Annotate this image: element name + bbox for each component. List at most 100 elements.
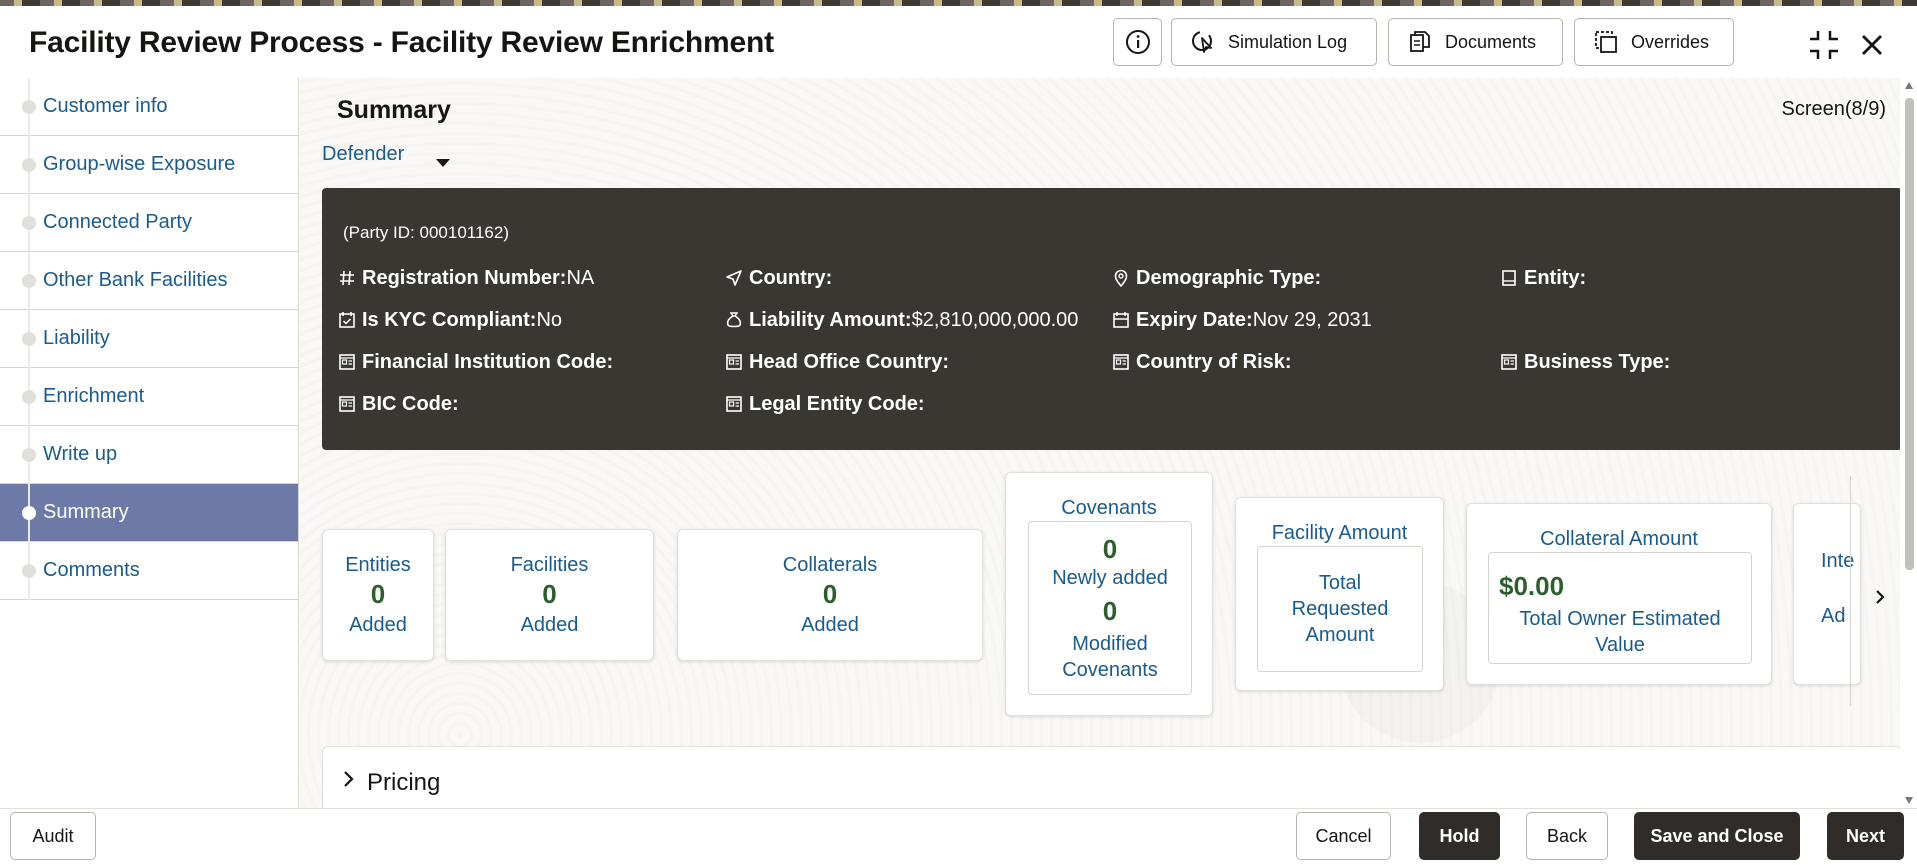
collateral-amount-value: $0.00 bbox=[1499, 571, 1565, 601]
scroll-down-icon[interactable] bbox=[1905, 797, 1913, 804]
entity-icon bbox=[1500, 269, 1520, 289]
bic-code-label: BIC Code: bbox=[362, 393, 459, 415]
sidebar-item-summary[interactable]: Summary bbox=[0, 484, 298, 542]
id-card-icon bbox=[725, 395, 745, 415]
facilities-count: 0 bbox=[542, 579, 557, 609]
screen-counter: Screen(8/9) bbox=[1781, 98, 1887, 120]
entities-card[interactable]: Entities 0 Added bbox=[322, 529, 434, 661]
pricing-label: Pricing bbox=[367, 769, 441, 796]
sidebar-item-label: Liability bbox=[43, 327, 110, 349]
collaterals-title: Collaterals bbox=[782, 554, 878, 576]
sidebar-nav: Customer info Group-wise Exposure Connecte… bbox=[0, 78, 299, 808]
documents-label: Documents bbox=[1445, 31, 1537, 52]
legal-entity-code-field: Legal Entity Code: bbox=[725, 393, 925, 416]
footer: Audit Cancel Hold Back Save and Close Ne… bbox=[0, 808, 1917, 865]
info-icon bbox=[1124, 28, 1152, 56]
sidebar-item-label: Group-wise Exposure bbox=[43, 153, 236, 175]
audit-button[interactable]: Audit bbox=[10, 812, 96, 860]
country-of-risk-field: Country of Risk: bbox=[1112, 351, 1292, 374]
chevron-down-icon[interactable] bbox=[436, 159, 450, 167]
header: Facility Review Process - Facility Revie… bbox=[0, 6, 1917, 78]
facility-amount-label: Total Requested Amount bbox=[1291, 572, 1389, 646]
step-dot-icon bbox=[22, 506, 36, 520]
id-card-icon bbox=[338, 353, 358, 373]
id-card-icon bbox=[338, 395, 358, 415]
sidebar-item-connected-party[interactable]: Connected Party bbox=[0, 194, 298, 252]
chevron-right-icon[interactable] bbox=[1868, 583, 1892, 611]
facility-amount-card[interactable]: Facility Amount Total Requested Amount bbox=[1235, 497, 1444, 691]
section-title: Summary bbox=[337, 96, 451, 124]
sidebar-item-customer-info[interactable]: Customer info bbox=[0, 78, 298, 136]
kyc-compliant-field: Is KYC Compliant: No bbox=[338, 309, 562, 332]
step-dot-icon bbox=[22, 158, 36, 172]
sidebar-item-label: Write up bbox=[43, 443, 118, 465]
step-dot-icon bbox=[22, 274, 36, 288]
step-dot-icon bbox=[22, 100, 36, 114]
sidebar-item-label: Summary bbox=[43, 501, 129, 523]
scroll-thumb[interactable] bbox=[1905, 98, 1914, 570]
fi-code-label: Financial Institution Code: bbox=[362, 351, 614, 373]
party-info-panel: (Party ID: 000101162) Registration Numbe… bbox=[322, 188, 1900, 450]
sidebar-item-label: Customer info bbox=[43, 95, 168, 117]
collapse-icon[interactable] bbox=[1807, 28, 1841, 62]
covenants-new-label: Newly added bbox=[1052, 567, 1168, 589]
hold-button[interactable]: Hold bbox=[1419, 812, 1500, 860]
demographic-type-field: Demographic Type: bbox=[1112, 267, 1321, 290]
main-content: Summary Screen(8/9) Defender (Party ID: … bbox=[300, 78, 1900, 808]
collateral-amount-card[interactable]: Collateral Amount $0.00 Total Owner Esti… bbox=[1466, 503, 1772, 685]
id-card-icon bbox=[1112, 353, 1132, 373]
sidebar-item-label: Other Bank Facilities bbox=[43, 269, 228, 291]
covenants-inner: 0 Newly added 0 Modified Covenants bbox=[1028, 521, 1192, 695]
sidebar-item-label: Comments bbox=[43, 559, 140, 581]
calendar-icon bbox=[1112, 311, 1132, 331]
expiry-date-label: Expiry Date: bbox=[1136, 309, 1253, 331]
vertical-scrollbar[interactable] bbox=[1902, 78, 1917, 808]
pricing-section[interactable]: Pricing bbox=[322, 746, 1900, 808]
entity-label: Entity: bbox=[1524, 267, 1587, 289]
step-dot-icon bbox=[22, 564, 36, 578]
covenants-card[interactable]: Covenants 0 Newly added 0 Modified Coven… bbox=[1005, 472, 1213, 716]
kyc-compliant-label: Is KYC Compliant: bbox=[362, 309, 537, 331]
cancel-button[interactable]: Cancel bbox=[1296, 812, 1391, 860]
sidebar-item-comments[interactable]: Comments bbox=[0, 542, 298, 600]
chevron-right-icon[interactable] bbox=[339, 769, 359, 789]
business-type-label: Business Type: bbox=[1524, 351, 1671, 373]
registration-number-value: NA bbox=[566, 267, 595, 289]
kyc-compliant-value: No bbox=[536, 309, 563, 331]
carousel-divider bbox=[1850, 476, 1851, 706]
facility-amount-title: Facility Amount bbox=[1271, 522, 1408, 544]
facilities-title: Facilities bbox=[510, 554, 589, 576]
facilities-card[interactable]: Facilities 0 Added bbox=[445, 529, 654, 661]
id-card-icon bbox=[725, 353, 745, 373]
liability-amount-value: $2,810,000,000.00 bbox=[911, 309, 1079, 331]
info-button[interactable] bbox=[1113, 18, 1162, 66]
sidebar-item-enrichment[interactable]: Enrichment bbox=[0, 368, 298, 426]
back-button[interactable]: Back bbox=[1526, 812, 1608, 860]
covenants-title: Covenants bbox=[1061, 497, 1157, 519]
sidebar-item-label: Connected Party bbox=[43, 211, 192, 233]
entity-field: Entity: bbox=[1500, 267, 1586, 290]
sidebar-item-liability[interactable]: Liability bbox=[0, 310, 298, 368]
head-office-country-label: Head Office Country: bbox=[749, 351, 950, 373]
facility-amount-inner: Total Requested Amount bbox=[1257, 546, 1423, 672]
documents-button[interactable]: Documents bbox=[1388, 18, 1563, 66]
simulation-log-button[interactable]: Simulation Log bbox=[1171, 18, 1377, 66]
overrides-button[interactable]: Overrides bbox=[1574, 18, 1734, 66]
legal-entity-code-label: Legal Entity Code: bbox=[749, 393, 925, 415]
step-dot-icon bbox=[22, 332, 36, 346]
close-icon[interactable] bbox=[1855, 28, 1889, 62]
overrides-label: Overrides bbox=[1631, 31, 1710, 52]
collaterals-card[interactable]: Collaterals 0 Added bbox=[677, 529, 983, 661]
sidebar-item-group-wise-exposure[interactable]: Group-wise Exposure bbox=[0, 136, 298, 194]
country-field: Country: bbox=[725, 267, 832, 290]
sidebar-item-write-up[interactable]: Write up bbox=[0, 426, 298, 484]
save-and-close-button[interactable]: Save and Close bbox=[1634, 812, 1800, 860]
country-of-risk-label: Country of Risk: bbox=[1136, 351, 1292, 373]
registration-number-label: Registration Number: bbox=[362, 267, 567, 289]
sidebar-item-label: Enrichment bbox=[43, 385, 145, 407]
registration-number-field: Registration Number: NA bbox=[338, 267, 594, 290]
sidebar-item-other-bank-facilities[interactable]: Other Bank Facilities bbox=[0, 252, 298, 310]
scroll-up-icon[interactable] bbox=[1905, 82, 1913, 89]
next-button[interactable]: Next bbox=[1827, 812, 1904, 860]
party-selector[interactable]: Defender bbox=[322, 143, 404, 166]
